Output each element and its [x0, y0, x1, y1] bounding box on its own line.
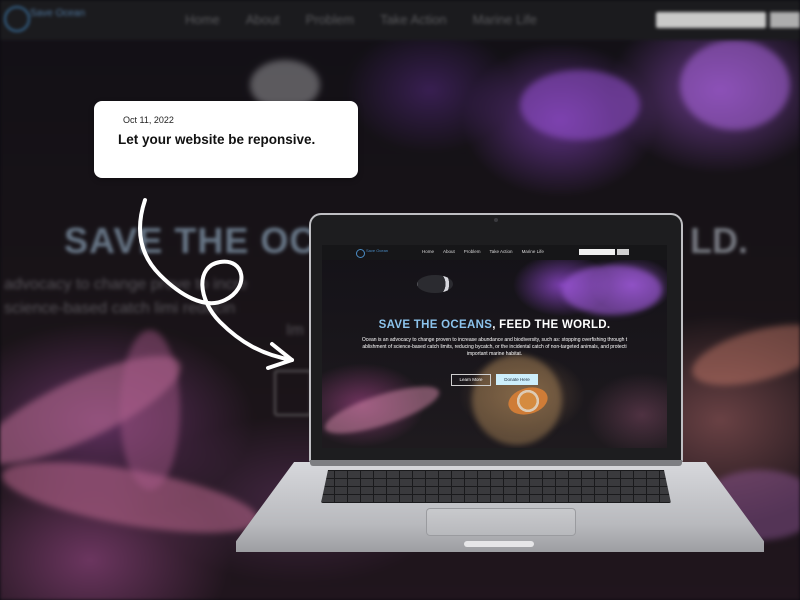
background-learn-more-button [274, 370, 312, 416]
learn-more-button[interactable]: Learn More [451, 374, 491, 386]
hero-title-rest: , FEED THE WORLD. [492, 319, 611, 331]
search-input[interactable] [579, 249, 615, 255]
background-search-button [770, 12, 800, 28]
nav-link-take-action[interactable]: Take Action [490, 249, 513, 254]
background-hero-text-line: Im [286, 322, 304, 339]
logo-text[interactable]: Save Ocean [366, 249, 388, 253]
hero-title: SAVE THE OCEANS, FEED THE WORLD. [322, 319, 667, 331]
background-search-input [656, 12, 766, 28]
coral-decoration [562, 265, 662, 315]
nav-link-home: Home [185, 12, 220, 27]
nav-link-home[interactable]: Home [422, 249, 434, 254]
hero-paragraph: Ocean is an advocacy to change proven to… [322, 337, 667, 358]
laptop-trackpad [426, 508, 576, 536]
hero-title-accent: SAVE THE OCEANS [378, 319, 493, 331]
nav-link-take-action: Take Action [380, 12, 447, 27]
logo-icon [356, 249, 365, 258]
background-nav-links: Home About Problem Take Action Marine Li… [185, 12, 537, 27]
search-button[interactable] [617, 249, 629, 255]
hero-paragraph-line: Ocean is an advocacy to change proven to… [361, 337, 628, 343]
laptop-keyboard [321, 470, 671, 503]
nav-link-problem[interactable]: Problem [464, 249, 481, 254]
logo-text: Save Ocean [30, 8, 86, 19]
background-hero-text-line: advocacy to change prove to incre [4, 276, 248, 293]
hero-paragraph-line: ablishment of science-based catch limits… [362, 344, 627, 350]
nav-link-problem: Problem [305, 12, 355, 27]
site-navbar: Save Ocean Home About Problem Take Actio… [322, 245, 667, 260]
camera-icon [494, 218, 498, 222]
logo-icon [4, 6, 30, 32]
anemone-decoration [472, 355, 562, 445]
laptop-front-notch [464, 541, 534, 547]
background-navbar: Save Ocean Home About Problem Take Actio… [0, 0, 800, 40]
nav-link-about: About [245, 12, 280, 27]
post-date: Oct 11, 2022 [123, 115, 174, 125]
site-nav-links: Home About Problem Take Action Marine Li… [422, 249, 544, 254]
background-hero-title-end: LD. [690, 220, 748, 261]
dark-fish-icon [417, 275, 453, 293]
laptop-hinge [310, 460, 682, 466]
post-title: Let your website be reponsive. [118, 132, 316, 147]
nav-link-marine-life[interactable]: Marine Life [522, 249, 544, 254]
coral-decoration [322, 377, 444, 443]
background-hero-title: SAVE THE OCE [64, 220, 342, 261]
donate-button[interactable]: Donate Here [496, 374, 538, 385]
nav-link-about[interactable]: About [443, 249, 455, 254]
post-card: Oct 11, 2022 Let your website be reponsi… [94, 101, 358, 178]
nav-link-marine-life: Marine Life [472, 12, 537, 27]
hero-paragraph-line: important marine habitat. [466, 351, 523, 357]
laptop-screen: Save Ocean Home About Problem Take Actio… [322, 245, 667, 448]
background-hero-text-line: science-based catch limi reducin [4, 300, 236, 317]
